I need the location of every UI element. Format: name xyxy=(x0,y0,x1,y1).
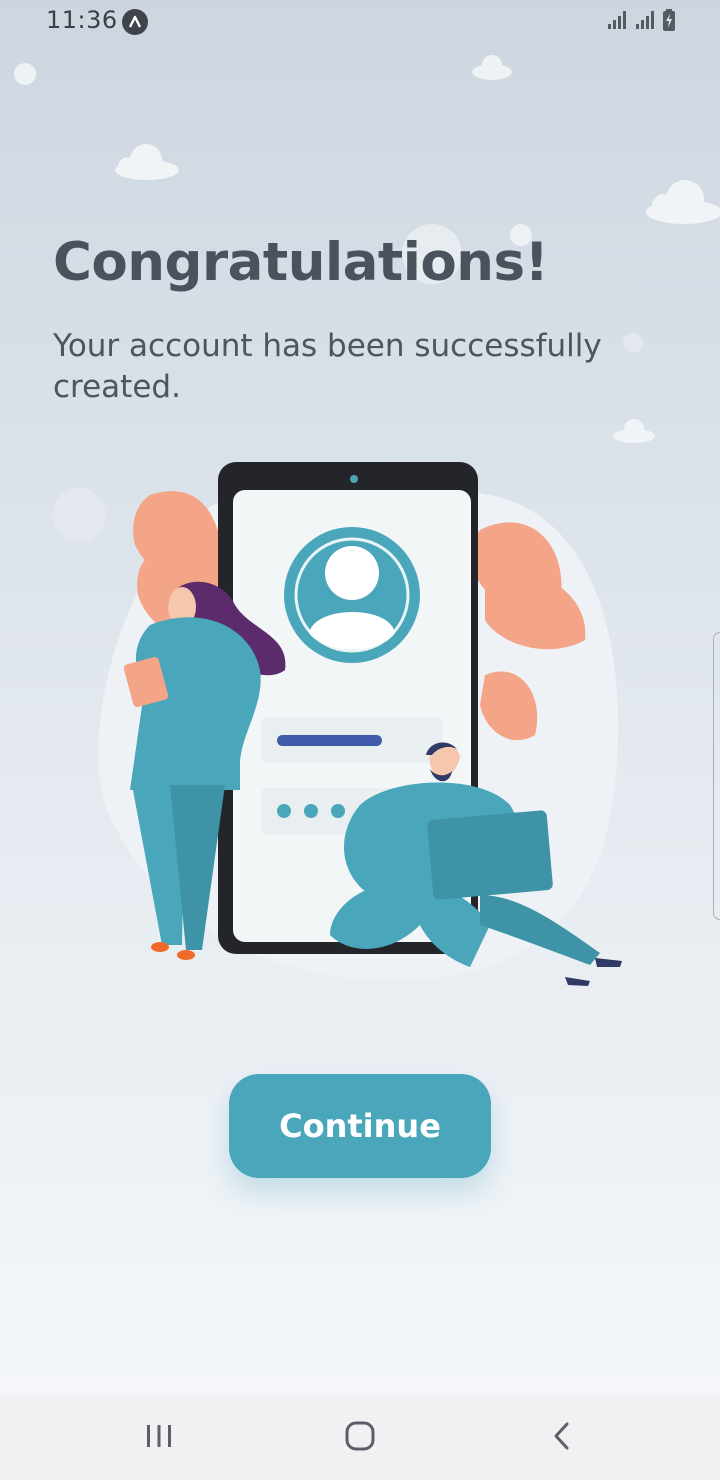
success-message: Your account has been successfully creat… xyxy=(53,328,602,405)
signal-icon xyxy=(606,9,628,35)
cloud-icon xyxy=(613,419,655,443)
navigation-bar xyxy=(0,1396,720,1480)
signal-icon xyxy=(634,9,656,35)
laptop-icon xyxy=(427,810,553,900)
recent-apps-button[interactable] xyxy=(131,1414,187,1462)
status-time: 11:36 xyxy=(46,6,118,34)
back-button[interactable] xyxy=(534,1414,590,1462)
bubble xyxy=(14,63,36,85)
recent-apps-icon xyxy=(144,1423,174,1453)
cloud-icon xyxy=(646,180,720,224)
cloud-icon xyxy=(115,144,179,180)
home-icon xyxy=(344,1420,376,1456)
edge-panel-handle[interactable] xyxy=(713,632,720,920)
status-bar: 11:36 xyxy=(0,0,720,46)
status-icons xyxy=(606,9,676,35)
home-button[interactable] xyxy=(332,1414,388,1462)
account-created-illustration xyxy=(98,462,622,986)
battery-charging-icon xyxy=(662,9,676,35)
page-title: Congratulations! xyxy=(53,232,549,293)
app-indicator-icon xyxy=(122,9,148,35)
back-icon xyxy=(552,1421,572,1455)
phone-camera xyxy=(350,475,358,483)
continue-button[interactable]: Continue xyxy=(229,1074,491,1178)
cloud-icon xyxy=(472,55,512,80)
